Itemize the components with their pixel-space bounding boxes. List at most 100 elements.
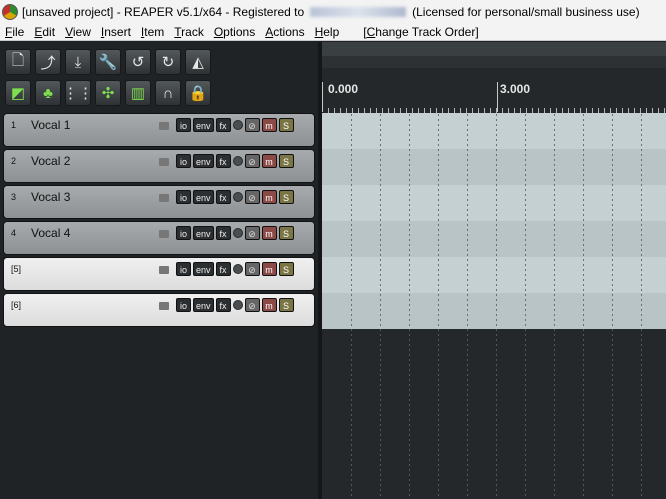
track-header[interactable]: 2 Vocal 2 io env fx ⊘ m S bbox=[3, 149, 315, 183]
track-name[interactable]: Vocal 3 bbox=[31, 190, 70, 204]
track-name[interactable]: Vocal 2 bbox=[31, 154, 70, 168]
phase-invert-button[interactable]: ⊘ bbox=[244, 262, 260, 276]
auto-crossfade-button[interactable]: ◩ bbox=[5, 80, 31, 106]
io-button[interactable]: io bbox=[176, 298, 191, 312]
record-arm-button[interactable] bbox=[232, 300, 243, 310]
fx-button[interactable]: fx bbox=[215, 262, 231, 276]
undo-icon: ↺ bbox=[131, 54, 145, 71]
ripple-edit-button[interactable]: ▥ bbox=[125, 80, 151, 106]
lock-button[interactable]: 🔒 bbox=[185, 80, 211, 106]
track-header[interactable]: 4 Vocal 4 io env fx ⊘ m S bbox=[3, 221, 315, 255]
env-button[interactable]: env bbox=[193, 298, 214, 312]
arrange-view[interactable]: 0.000 3.000 bbox=[322, 42, 666, 499]
solo-button[interactable]: S bbox=[278, 118, 294, 132]
folder-icon[interactable] bbox=[159, 302, 169, 310]
record-arm-button[interactable] bbox=[232, 228, 243, 238]
save-project-button[interactable]: ⤓ bbox=[65, 49, 91, 75]
menu-item-insert[interactable]: Insert bbox=[96, 25, 136, 39]
snap-icon: ✣ bbox=[101, 85, 115, 102]
menu-item-actions[interactable]: Actions bbox=[260, 25, 309, 39]
new-project-button[interactable]: 🗋 bbox=[5, 49, 31, 75]
folder-icon[interactable] bbox=[159, 158, 169, 166]
record-arm-button[interactable] bbox=[232, 264, 243, 274]
menu-item-view[interactable]: View bbox=[60, 25, 96, 39]
timeline-ruler[interactable]: 0.000 3.000 bbox=[322, 68, 666, 114]
ruler-region-lane[interactable] bbox=[322, 56, 666, 68]
track-lane[interactable] bbox=[322, 185, 666, 221]
fx-button[interactable]: fx bbox=[215, 226, 231, 240]
track-header[interactable]: 3 Vocal 3 io env fx ⊘ m S bbox=[3, 185, 315, 219]
menu-item-options[interactable]: Options bbox=[209, 25, 260, 39]
env-button[interactable]: env bbox=[193, 262, 214, 276]
fx-button[interactable]: fx bbox=[215, 298, 231, 312]
mute-button[interactable]: m bbox=[261, 190, 277, 204]
io-button[interactable]: io bbox=[176, 154, 191, 168]
menu-item-item[interactable]: Item bbox=[136, 25, 169, 39]
menu-item-track[interactable]: Track bbox=[169, 25, 209, 39]
record-arm-button[interactable] bbox=[232, 120, 243, 130]
track-lane[interactable] bbox=[322, 113, 666, 149]
folder-icon[interactable] bbox=[159, 230, 169, 238]
track-header[interactable]: 1 Vocal 1 io env fx ⊘ m S bbox=[3, 113, 315, 147]
phase-invert-button[interactable]: ⊘ bbox=[244, 298, 260, 312]
metronome-button[interactable]: ◭ bbox=[185, 49, 211, 75]
open-project-button[interactable]: ⤴ bbox=[35, 49, 61, 75]
registered-name-redacted bbox=[310, 6, 407, 17]
io-button[interactable]: io bbox=[176, 262, 191, 276]
io-button[interactable]: io bbox=[176, 190, 191, 204]
solo-button[interactable]: S bbox=[278, 190, 294, 204]
mute-button[interactable]: m bbox=[261, 118, 277, 132]
mute-button[interactable]: m bbox=[261, 298, 277, 312]
menu-item-file[interactable]: File bbox=[0, 25, 29, 39]
mute-button[interactable]: m bbox=[261, 262, 277, 276]
record-arm-button[interactable] bbox=[232, 192, 243, 202]
track-header[interactable]: [5] io env fx ⊘ m S bbox=[3, 257, 315, 291]
io-button[interactable]: io bbox=[176, 226, 191, 240]
track-name[interactable]: Vocal 4 bbox=[31, 226, 70, 240]
io-button[interactable]: io bbox=[176, 118, 191, 132]
redo-button[interactable]: ↻ bbox=[155, 49, 181, 75]
menu-item-edit[interactable]: Edit bbox=[29, 25, 60, 39]
env-button[interactable]: env bbox=[193, 118, 214, 132]
item-grouping-button[interactable]: ♣ bbox=[35, 80, 61, 106]
grid-line bbox=[409, 114, 410, 499]
fx-button[interactable]: fx bbox=[215, 118, 231, 132]
env-button[interactable]: env bbox=[193, 154, 214, 168]
phase-invert-button[interactable]: ⊘ bbox=[244, 154, 260, 168]
track-header[interactable]: [6] io env fx ⊘ m S bbox=[3, 293, 315, 327]
folder-icon[interactable] bbox=[159, 194, 169, 202]
env-button[interactable]: env bbox=[193, 190, 214, 204]
env-button[interactable]: env bbox=[193, 226, 214, 240]
track-lane[interactable] bbox=[322, 257, 666, 293]
folder-icon[interactable] bbox=[159, 266, 169, 274]
fx-button[interactable]: fx bbox=[215, 190, 231, 204]
grid-button[interactable]: ⋮⋮ bbox=[63, 80, 93, 106]
track-lane[interactable] bbox=[322, 149, 666, 185]
track-number: 4 bbox=[11, 228, 17, 238]
magnet-button[interactable]: ∩ bbox=[155, 80, 181, 106]
folder-icon[interactable] bbox=[159, 122, 169, 130]
solo-button[interactable]: S bbox=[278, 262, 294, 276]
menu-item-change-track-order[interactable]: [Change Track Order] bbox=[358, 25, 483, 39]
grid-line bbox=[554, 114, 555, 499]
project-settings-button[interactable]: 🔧 bbox=[95, 49, 121, 75]
phase-invert-button[interactable]: ⊘ bbox=[244, 118, 260, 132]
mute-button[interactable]: m bbox=[261, 154, 277, 168]
lock-icon: 🔒 bbox=[188, 85, 208, 102]
solo-button[interactable]: S bbox=[278, 154, 294, 168]
fx-button[interactable]: fx bbox=[215, 154, 231, 168]
phase-invert-button[interactable]: ⊘ bbox=[244, 226, 260, 240]
track-lane[interactable] bbox=[322, 221, 666, 257]
solo-button[interactable]: S bbox=[278, 226, 294, 240]
arrange-scrollbar[interactable] bbox=[322, 42, 666, 56]
track-lane[interactable] bbox=[322, 293, 666, 329]
phase-invert-button[interactable]: ⊘ bbox=[244, 190, 260, 204]
menu-item-help[interactable]: Help bbox=[310, 25, 345, 39]
snap-button[interactable]: ✣ bbox=[95, 80, 121, 106]
record-arm-button[interactable] bbox=[232, 156, 243, 166]
track-name[interactable]: Vocal 1 bbox=[31, 118, 70, 132]
mute-button[interactable]: m bbox=[261, 226, 277, 240]
undo-button[interactable]: ↺ bbox=[125, 49, 151, 75]
solo-button[interactable]: S bbox=[278, 298, 294, 312]
grid-line bbox=[525, 114, 526, 499]
